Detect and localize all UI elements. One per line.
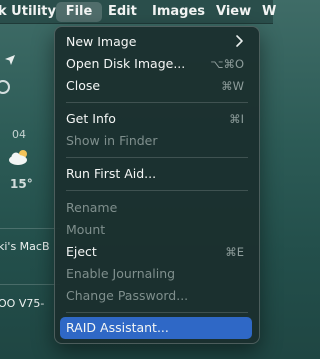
- divider: [0, 284, 60, 285]
- menu-item-label: Mount: [66, 222, 106, 237]
- menu-separator: [66, 312, 248, 313]
- menu-item-label: RAID Assistant...: [66, 320, 169, 335]
- menu-item-show-in-finder: Show in Finder: [60, 130, 252, 152]
- menu-item-mount: Mount: [60, 219, 252, 241]
- menu-item-change-password: Change Password...: [60, 285, 252, 307]
- menubar-edit[interactable]: Edit: [108, 0, 137, 24]
- menu-bar: k Utility File Edit Images View W: [0, 0, 276, 24]
- menu-item-shortcut: ⌘I: [229, 112, 244, 126]
- sidebar-disk-external[interactable]: OO V75-: [0, 297, 44, 310]
- menu-item-label: Eject: [66, 244, 97, 259]
- menu-item-open-disk-image[interactable]: Open Disk Image... ⌥⌘O: [60, 53, 252, 75]
- menu-item-label: Show in Finder: [66, 133, 158, 148]
- weather-temperature: 15°: [10, 177, 33, 191]
- menu-item-new-image[interactable]: New Image: [60, 31, 252, 53]
- ring-icon: [0, 80, 10, 94]
- location-arrow-icon: [4, 54, 16, 69]
- weather-day: 04: [12, 128, 26, 141]
- menu-item-label: Get Info: [66, 111, 116, 126]
- menu-item-label: New Image: [66, 34, 137, 49]
- divider: [0, 228, 60, 229]
- menubar-window[interactable]: W: [262, 0, 276, 24]
- menubar-view[interactable]: View: [216, 0, 251, 24]
- menubar-file[interactable]: File: [56, 2, 102, 22]
- menu-item-label: Open Disk Image...: [66, 56, 186, 71]
- menu-item-shortcut: ⌘E: [225, 245, 244, 259]
- menu-separator: [66, 157, 248, 158]
- menubar-app-name[interactable]: k Utility: [0, 0, 56, 24]
- menu-item-shortcut: ⌥⌘O: [210, 57, 244, 71]
- menu-item-get-info[interactable]: Get Info ⌘I: [60, 108, 252, 130]
- sidebar-disk-macbook[interactable]: ki's MacB: [0, 240, 50, 253]
- chevron-right-icon: [236, 35, 243, 47]
- menu-item-label: Close: [66, 78, 101, 93]
- menu-item-shortcut: ⌘W: [221, 79, 244, 93]
- menu-item-enable-journaling: Enable Journaling: [60, 263, 252, 285]
- cloud-sun-icon: [8, 148, 32, 170]
- menu-item-label: Run First Aid...: [66, 166, 157, 181]
- menu-item-label: Rename: [66, 200, 118, 215]
- menu-item-eject[interactable]: Eject ⌘E: [60, 241, 252, 263]
- menu-item-close[interactable]: Close ⌘W: [60, 75, 252, 97]
- menu-item-rename: Rename: [60, 197, 252, 219]
- file-menu: New Image Open Disk Image... ⌥⌘O Close ⌘…: [54, 26, 260, 344]
- menu-item-run-first-aid[interactable]: Run First Aid...: [60, 163, 252, 185]
- menu-separator: [66, 102, 248, 103]
- menu-separator: [66, 190, 248, 191]
- menu-item-label: Change Password...: [66, 288, 189, 303]
- menu-item-label: Enable Journaling: [66, 266, 176, 281]
- menubar-images[interactable]: Images: [152, 0, 205, 24]
- menu-item-raid-assistant[interactable]: RAID Assistant...: [60, 317, 252, 339]
